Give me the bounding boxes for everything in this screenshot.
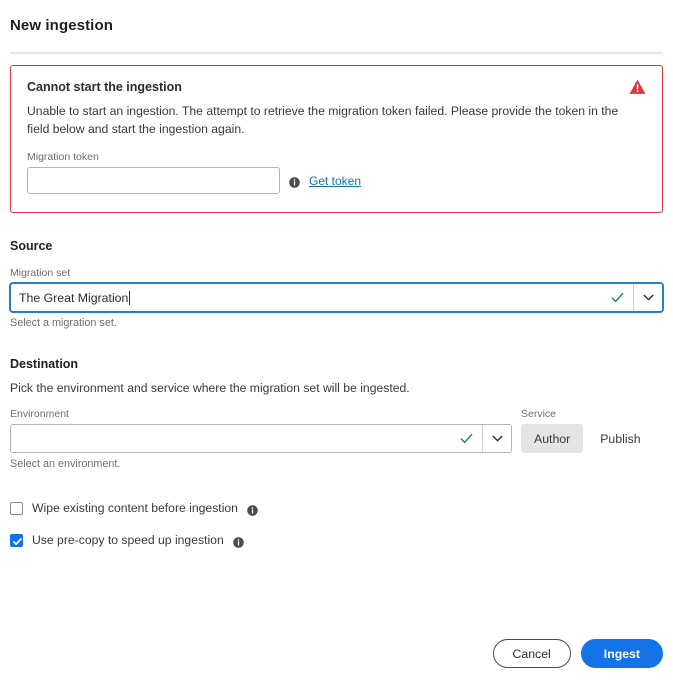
environment-field[interactable]: [11, 425, 460, 452]
ingest-button[interactable]: Ingest: [580, 639, 663, 668]
migration-set-helper-text: Select a migration set.: [10, 317, 117, 329]
header-divider: [10, 52, 663, 54]
pre-copy-label: Use pre-copy to speed up ingestion: [32, 533, 224, 547]
migration-set-dropdown-button[interactable]: [633, 284, 662, 311]
valid-check-icon: [611, 284, 633, 311]
info-icon[interactable]: [289, 175, 300, 188]
migration-token-input[interactable]: [27, 167, 280, 194]
migration-set-value: The Great Migration: [19, 290, 129, 305]
service-option-author[interactable]: Author: [521, 424, 584, 453]
cancel-button[interactable]: Cancel: [492, 639, 571, 668]
service-column: Service Author Publish: [521, 408, 654, 453]
error-panel-title: Cannot start the ingestion: [27, 80, 182, 94]
source-section: Source Migration set The Great Migration…: [10, 239, 663, 329]
environment-column: Environment: [10, 408, 512, 453]
options-group: Wipe existing content before ingestion U…: [10, 501, 663, 548]
service-option-publish[interactable]: Publish: [587, 424, 653, 453]
error-panel: Cannot start the ingestion Unable to sta…: [10, 65, 663, 213]
get-token-link[interactable]: Get token: [309, 174, 361, 188]
page-title: New ingestion: [10, 17, 113, 34]
wipe-content-checkbox[interactable]: [10, 501, 23, 515]
environment-dropdown-button[interactable]: [482, 425, 511, 452]
option-row-wipe-content[interactable]: Wipe existing content before ingestion: [10, 501, 663, 516]
text-caret: [129, 290, 131, 305]
destination-section: Destination Pick the environment and ser…: [10, 357, 663, 470]
migration-set-combobox[interactable]: The Great Migration: [10, 283, 663, 312]
migration-set-label: Migration set: [10, 267, 71, 279]
environment-combobox[interactable]: [10, 424, 512, 453]
info-icon[interactable]: [247, 503, 258, 516]
pre-copy-checkbox[interactable]: [10, 533, 23, 547]
footer-actions: Cancel Ingest: [492, 639, 663, 668]
wipe-content-label: Wipe existing content before ingestion: [32, 501, 238, 515]
environment-helper-text: Select an environment.: [10, 458, 121, 470]
environment-valid-check-icon: [460, 425, 482, 452]
migration-token-label: Migration token: [27, 151, 99, 163]
option-row-pre-copy[interactable]: Use pre-copy to speed up ingestion: [10, 533, 663, 548]
migration-token-row: Get token: [27, 167, 646, 194]
warning-triangle-icon: [629, 79, 646, 95]
source-section-title: Source: [10, 239, 53, 253]
destination-section-title: Destination: [10, 357, 79, 371]
service-toggle-group: Author Publish: [521, 424, 654, 453]
destination-description: Pick the environment and service where t…: [10, 381, 410, 395]
new-ingestion-page: New ingestion Cannot start the ingestion…: [0, 17, 673, 548]
destination-fields-row: Environment Service Author Publish: [10, 408, 663, 453]
error-panel-message: Unable to start an ingestion. The attemp…: [27, 104, 619, 136]
service-label: Service: [521, 408, 557, 420]
migration-set-field[interactable]: The Great Migration: [11, 284, 611, 311]
info-icon[interactable]: [232, 535, 244, 548]
environment-label: Environment: [10, 408, 69, 420]
